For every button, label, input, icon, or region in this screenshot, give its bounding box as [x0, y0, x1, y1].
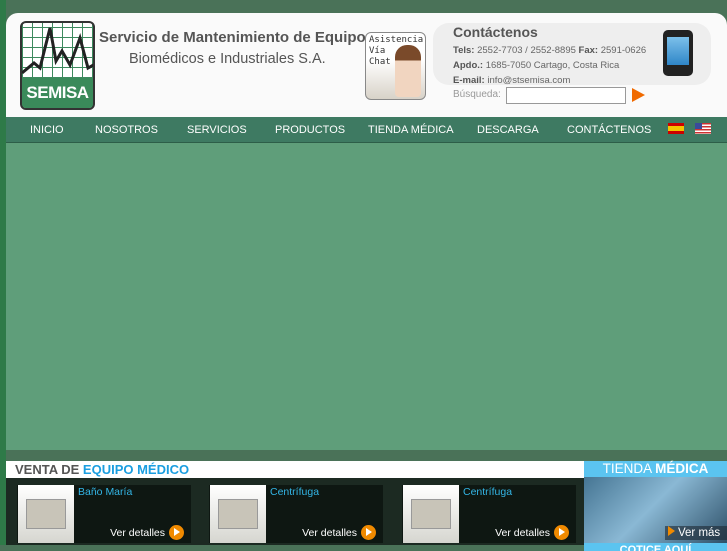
nav-tienda-medica[interactable]: TIENDA MÉDICA: [368, 124, 454, 136]
contact-box: Contáctenos Tels: 2552-7703 / 2552-8895 …: [433, 23, 711, 86]
play-arrow-icon: [554, 525, 569, 540]
header: SEMISA Servicio de Mantenimiento de Equi…: [6, 13, 727, 117]
banner-area: [6, 143, 727, 450]
chat-assistance-button[interactable]: Asistencia Vía Chat: [365, 32, 426, 100]
play-arrow-icon: [361, 525, 376, 540]
nav-contactenos[interactable]: CONTÁCTENOS: [567, 124, 651, 136]
product-card[interactable]: Centrífuga Ver detalles: [209, 485, 383, 543]
contact-phones: Tels: 2552-7703 / 2552-8895 Fax: 2591-06…: [453, 45, 647, 56]
nav-descarga[interactable]: DESCARGA: [477, 124, 539, 136]
see-more-link[interactable]: Ver más: [665, 526, 727, 540]
phone-icon: [663, 30, 693, 76]
product-card[interactable]: Baño María Ver detalles: [17, 485, 191, 543]
store-title: TIENDA MÉDICA: [584, 461, 727, 477]
view-details-link[interactable]: Ver detalles: [302, 525, 376, 540]
contact-email: E-mail: info@stsemisa.com: [453, 75, 571, 86]
spanish-flag-icon[interactable]: [668, 123, 684, 134]
play-arrow-icon: [169, 525, 184, 540]
semisa-logo[interactable]: SEMISA: [20, 21, 95, 110]
contact-title: Contáctenos: [453, 24, 538, 40]
search-go-arrow-icon[interactable]: [632, 88, 645, 102]
product-image: [210, 485, 266, 543]
product-sales-section: VENTA DE EQUIPO MÉDICO Baño María Ver det…: [6, 461, 584, 545]
view-details-link[interactable]: Ver detalles: [110, 525, 184, 540]
product-card[interactable]: Centrífuga Ver detalles: [402, 485, 576, 543]
view-details-link[interactable]: Ver detalles: [495, 525, 569, 540]
nav-nosotros[interactable]: NOSOTROS: [95, 124, 158, 136]
company-title: Servicio de Mantenimiento de Equipo: [99, 29, 366, 46]
us-flag-icon[interactable]: [695, 123, 711, 134]
medical-store-promo[interactable]: TIENDA MÉDICA Ver más COTICE AQUÍ: [584, 461, 727, 551]
main-nav: INICIO NOSOTROS SERVICIOS PRODUCTOS TIEN…: [6, 117, 727, 143]
search-label: Búsqueda:: [453, 89, 501, 100]
nav-servicios[interactable]: SERVICIOS: [187, 124, 247, 136]
section-title: VENTA DE EQUIPO MÉDICO: [6, 461, 584, 478]
chat-agent-image: [395, 45, 421, 97]
product-image: [18, 485, 74, 543]
product-image: [403, 485, 459, 543]
company-subtitle: Biomédicos e Industriales S.A.: [129, 51, 326, 67]
quote-here-button[interactable]: COTICE AQUÍ: [584, 543, 727, 551]
nav-inicio[interactable]: INICIO: [30, 124, 64, 136]
contact-address: Apdo.: 1685-7050 Cartago, Costa Rica: [453, 60, 620, 71]
search-input[interactable]: [506, 87, 626, 104]
nav-productos[interactable]: PRODUCTOS: [275, 124, 345, 136]
